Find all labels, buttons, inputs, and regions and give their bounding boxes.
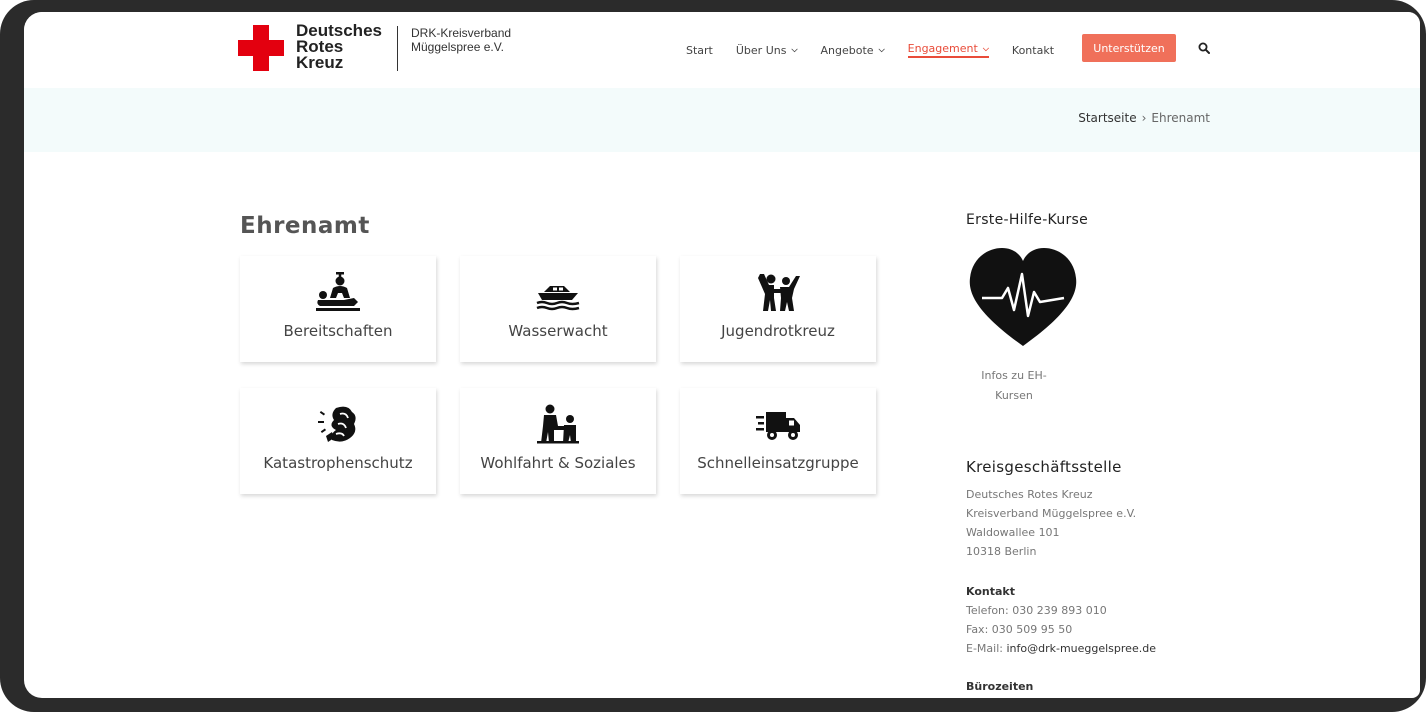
nav-item-ueber-uns[interactable]: Über Uns ⌵ (736, 44, 798, 57)
breadcrumb-home-link[interactable]: Startseite (1078, 111, 1136, 125)
email-link[interactable]: info@drk-mueggelspree.de (1006, 642, 1156, 655)
card-label: Wasserwacht (508, 322, 608, 340)
page-title: Ehrenamt (240, 213, 370, 239)
contact-block: Kontakt Telefon: 030 239 893 010 Fax: 03… (966, 585, 1156, 655)
first-aid-heading: Erste-Hilfe-Kurse (966, 212, 1089, 228)
office-hours-heading: Bürozeiten (966, 680, 1034, 693)
logo-subtitle: DRK-Kreisverband Müggelspree e.V. (411, 26, 511, 54)
nav-item-engagement[interactable]: Engagement ⌵ (907, 42, 989, 58)
office-heading: Kreisgeschäftsstelle (966, 458, 1122, 476)
phone-number[interactable]: Telefon: 030 239 893 010 (966, 601, 1156, 620)
first-aid-info-link[interactable]: Infos zu EH- Kursen (974, 366, 1054, 406)
browser-viewport: Deutsches Rotes Kreuz DRK-Kreisverband M… (24, 12, 1420, 698)
card-jugendrotkreuz[interactable]: Jugendrotkreuz (680, 256, 876, 362)
delivery-truck-icon (756, 412, 800, 440)
chevron-down-icon: ⌵ (791, 45, 798, 54)
site-header: Deutsches Rotes Kreuz DRK-Kreisverband M… (24, 12, 1420, 88)
breadcrumb-separator: › (1141, 111, 1147, 125)
office-hours: Bürozeiten (966, 677, 1033, 696)
boat-icon (536, 286, 580, 311)
logo-sub-line-2: Müggelspree e.V. (411, 40, 504, 54)
chevron-down-icon: ⌵ (878, 45, 885, 54)
first-aid-rescuer-icon (316, 272, 360, 311)
logo-wordmark[interactable]: Deutsches Rotes Kreuz (296, 22, 382, 72)
logo-divider (397, 26, 398, 71)
heartbeat-icon[interactable] (968, 248, 1078, 348)
card-bereitschaften[interactable]: Bereitschaften (240, 256, 436, 362)
office-address: Deutsches Rotes Kreuz Kreisverband Mügge… (966, 488, 1137, 558)
search-icon[interactable] (1198, 42, 1210, 54)
card-label: Wohlfahrt & Soziales (480, 454, 636, 472)
main-nav: Start Über Uns ⌵ Angebote ⌵ Engagement ⌵ Ko… (686, 42, 1077, 58)
nav-item-kontakt[interactable]: Kontakt (1012, 44, 1054, 57)
fax-number: Fax: 030 509 95 50 (966, 623, 1073, 636)
card-wasserwacht[interactable]: Wasserwacht (460, 256, 656, 362)
card-label: Schnelleinsatzgruppe (697, 454, 859, 472)
logo-sub-line-1: DRK-Kreisverband (411, 26, 512, 40)
helping-hand-icon (537, 404, 579, 444)
red-cross-logo-icon[interactable] (238, 25, 284, 71)
logo-line-3: Kreuz (296, 53, 344, 72)
card-label: Katastrophenschutz (263, 454, 413, 472)
chevron-down-icon: ⌵ (982, 43, 989, 53)
card-label: Bereitschaften (283, 322, 393, 340)
card-label: Jugendrotkreuz (721, 322, 835, 340)
device-frame: Deutsches Rotes Kreuz DRK-Kreisverband M… (0, 0, 1426, 712)
children-icon (758, 274, 800, 311)
support-button[interactable]: Unterstützen (1082, 34, 1176, 62)
breadcrumb-current: Ehrenamt (1151, 111, 1210, 125)
contact-heading: Kontakt (966, 585, 1015, 598)
card-katastrophenschutz[interactable]: Katastrophenschutz (240, 388, 436, 494)
card-schnelleinsatzgruppe[interactable]: Schnelleinsatzgruppe (680, 388, 876, 494)
nav-item-angebote[interactable]: Angebote ⌵ (821, 44, 885, 57)
card-wohlfahrt-soziales[interactable]: Wohlfahrt & Soziales (460, 388, 656, 494)
breadcrumb: Startseite › Ehrenamt (1078, 111, 1210, 125)
page-title-band: Startseite › Ehrenamt (24, 88, 1420, 152)
disaster-icon (318, 406, 356, 442)
nav-item-start[interactable]: Start (686, 44, 713, 57)
